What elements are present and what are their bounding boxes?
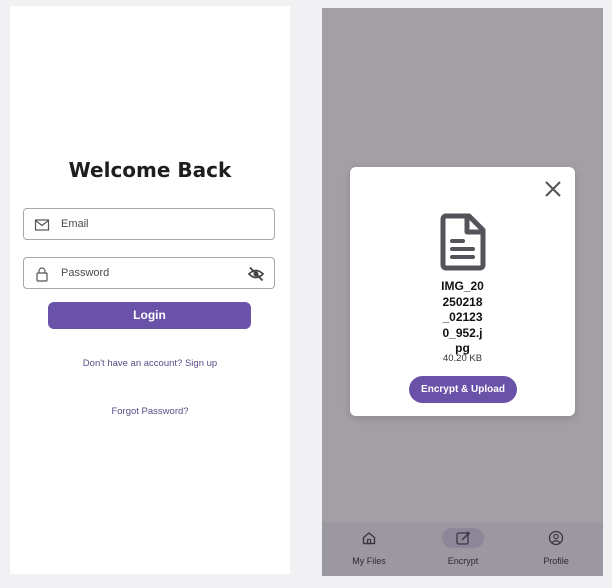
page-title: Welcome Back (68, 158, 232, 182)
mail-icon (34, 219, 50, 231)
email-field[interactable]: Email (23, 208, 275, 240)
profile-icon (548, 530, 564, 546)
password-placeholder: Password (61, 267, 110, 279)
nav-item-encrypt[interactable]: Encrypt (416, 522, 510, 576)
file-name: IMG_20 250218 _02123 0_952.j pg (441, 279, 484, 355)
close-icon[interactable] (543, 179, 563, 199)
password-field[interactable]: Password (23, 257, 275, 289)
login-screen: Welcome Back Email Password Login Don't … (10, 6, 290, 574)
home-icon (362, 532, 376, 545)
edit-icon (456, 531, 471, 545)
file-dialog: IMG_20 250218 _02123 0_952.j pg 40.20 KB… (350, 167, 575, 416)
email-placeholder: Email (61, 218, 89, 230)
nav-label: My Files (352, 556, 386, 566)
encrypt-screen: IMG_20 250218 _02123 0_952.j pg 40.20 KB… (322, 8, 603, 576)
nav-label: Profile (543, 556, 569, 566)
nav-label: Encrypt (447, 556, 479, 566)
forgot-password-link[interactable]: Forgot Password? (10, 406, 290, 417)
login-button[interactable]: Login (48, 302, 251, 329)
file-size: 40.20 KB (442, 353, 483, 364)
lock-icon (36, 267, 48, 282)
encrypt-upload-button[interactable]: Encrypt & Upload (409, 376, 517, 403)
bottom-nav: My Files Encrypt Profile (322, 522, 603, 576)
nav-item-my-files[interactable]: My Files (322, 522, 416, 576)
signup-link[interactable]: Don't have an account? Sign up (10, 358, 290, 369)
visibility-off-icon[interactable] (247, 265, 265, 283)
nav-item-profile[interactable]: Profile (509, 522, 603, 576)
document-icon (440, 213, 486, 271)
